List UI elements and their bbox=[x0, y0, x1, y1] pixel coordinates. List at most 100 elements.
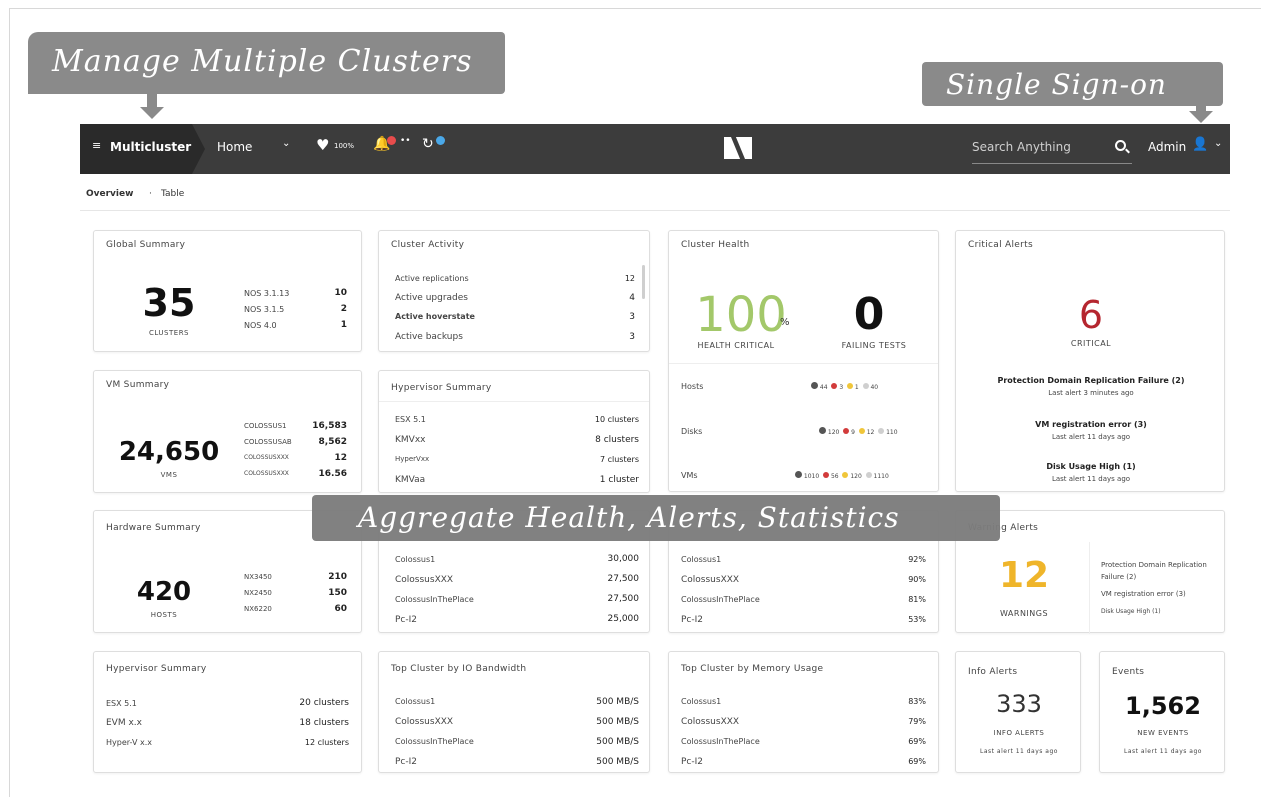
count-total: 44 bbox=[819, 384, 828, 391]
list-item-value: 4 bbox=[629, 293, 635, 303]
nutanix-logo bbox=[724, 137, 752, 159]
alert-item-title[interactable]: Disk Usage High (1) bbox=[966, 462, 1216, 471]
hypervisor-summary-card[interactable]: Hypervisor Summary ESX 5.1 10 clusters K… bbox=[378, 370, 650, 493]
list-item-label: NX2450 bbox=[244, 589, 272, 597]
hypervisor-summary-bottom-card[interactable]: Hypervisor Summary ESX 5.1 20 clusters E… bbox=[93, 651, 362, 773]
ok-dot-icon bbox=[878, 428, 885, 434]
clusters-label: CLUSTERS bbox=[148, 329, 189, 337]
list-item-value: 25,000 bbox=[607, 614, 640, 624]
warning-alert-item[interactable]: Disk Usage High (1) bbox=[1101, 608, 1161, 615]
card-title: Top Cluster by IO Bandwidth bbox=[391, 664, 527, 674]
health-row-label: Disks bbox=[681, 427, 703, 436]
search-box[interactable]: Search Anything bbox=[972, 134, 1132, 164]
list-item-label: NOS 3.1.13 bbox=[244, 289, 290, 298]
list-item-label: ColossusInThePlace bbox=[681, 595, 760, 604]
heart-icon[interactable]: ♥ bbox=[316, 136, 329, 154]
critical-dot-icon bbox=[823, 472, 830, 478]
cluster-health-card[interactable]: Cluster Health 100 % HEALTH CRITICAL 0 F… bbox=[668, 230, 939, 492]
events-meta: Last alert 11 days ago bbox=[1124, 748, 1202, 755]
alert-badge bbox=[387, 136, 396, 145]
list-item-label: NX3450 bbox=[244, 573, 272, 581]
view-tabs: Overview · Table bbox=[80, 175, 1230, 211]
health-percent-unit: % bbox=[780, 317, 790, 328]
warning-dot-icon bbox=[858, 428, 865, 434]
card-title: VM Summary bbox=[106, 380, 170, 390]
health-percent-value: 100 bbox=[695, 287, 787, 343]
user-icon[interactable]: 👤 bbox=[1192, 137, 1208, 152]
card-title: Global Summary bbox=[106, 240, 186, 250]
refresh-icon[interactable]: ↻ bbox=[422, 136, 434, 152]
vm-summary-card[interactable]: VM Summary 24,650 VMS COLOSSUS1 16,583 C… bbox=[93, 370, 362, 493]
list-item-value: 8,562 bbox=[318, 437, 347, 447]
callout-arrow-down-icon bbox=[140, 107, 164, 119]
list-item-value: 60 bbox=[334, 604, 347, 614]
info-alerts-card[interactable]: Info Alerts 333 INFO ALERTS Last alert 1… bbox=[955, 651, 1081, 773]
alert-item-meta: Last alert 11 days ago bbox=[1051, 433, 1131, 441]
callout-manage-multiple-clusters: Manage Multiple Clusters bbox=[28, 32, 505, 94]
chevron-down-icon[interactable]: ⌄ bbox=[1214, 138, 1222, 149]
tab-overview[interactable]: Overview bbox=[86, 189, 133, 199]
list-item-label: COLOSSUSXXX bbox=[244, 470, 289, 477]
card-title: Cluster Activity bbox=[391, 240, 465, 250]
card-title: Events bbox=[1112, 667, 1145, 677]
card-title: Hypervisor Summary bbox=[106, 664, 207, 674]
admin-user-menu[interactable]: Admin bbox=[1148, 140, 1186, 154]
warning-alert-item[interactable]: VM registration error (3) bbox=[1101, 590, 1186, 598]
events-card[interactable]: Events 1,562 NEW EVENTS Last alert 11 da… bbox=[1099, 651, 1225, 773]
alert-item-meta: Last alert 3 minutes ago bbox=[1048, 389, 1134, 397]
menu-icon[interactable]: ≡ bbox=[92, 139, 101, 152]
callout-arrow-stem bbox=[147, 94, 157, 108]
task-badge bbox=[436, 136, 445, 145]
health-row-counts: 1010 56 120 1110 bbox=[795, 471, 889, 480]
count-warning: 120 bbox=[850, 473, 862, 480]
count-total: 1010 bbox=[803, 473, 820, 480]
brand-multicluster[interactable]: Multicluster bbox=[110, 140, 191, 154]
top-io-bandwidth-card[interactable]: Top Cluster by IO Bandwidth Colossus1 50… bbox=[378, 651, 650, 773]
callout-aggregate-health: Aggregate Health, Alerts, Statistics bbox=[312, 495, 1000, 541]
hosts-label: HOSTS bbox=[150, 611, 178, 619]
ok-dot-icon bbox=[862, 383, 869, 389]
tab-separator: · bbox=[149, 189, 152, 199]
top-memory-usage-card[interactable]: Top Cluster by Memory Usage Colossus1 83… bbox=[668, 651, 939, 773]
search-icon[interactable] bbox=[1115, 140, 1126, 151]
critical-alerts-card[interactable]: Critical Alerts 6 CRITICAL Protection Do… bbox=[955, 230, 1225, 492]
list-item-label: ESX 5.1 bbox=[106, 699, 137, 708]
card-title: Info Alerts bbox=[968, 667, 1018, 677]
search-input[interactable]: Search Anything bbox=[972, 140, 1071, 154]
scrollbar[interactable] bbox=[642, 265, 645, 299]
list-item-value: 10 clusters bbox=[594, 415, 639, 424]
divider bbox=[1089, 542, 1090, 634]
chevron-down-icon[interactable]: ⌄ bbox=[282, 138, 290, 149]
list-item-label: Colossus1 bbox=[681, 697, 722, 706]
tab-table[interactable]: Table bbox=[161, 189, 184, 199]
card-title: Critical Alerts bbox=[968, 240, 1033, 250]
list-item-value: 500 MB/S bbox=[596, 717, 639, 727]
info-alerts-meta: Last alert 11 days ago bbox=[980, 748, 1058, 755]
alert-item-title[interactable]: VM registration error (3) bbox=[966, 420, 1216, 429]
global-summary-card[interactable]: Global Summary 35 CLUSTERS NOS 3.1.13 10… bbox=[93, 230, 362, 352]
count-warning: 12 bbox=[866, 429, 875, 436]
warning-count: 12 bbox=[998, 555, 1050, 596]
list-item-value: 1 cluster bbox=[599, 475, 639, 485]
list-item-label: ColossusXXX bbox=[395, 575, 454, 585]
alert-item-title[interactable]: Protection Domain Replication Failure (2… bbox=[966, 376, 1216, 385]
cluster-activity-card[interactable]: Cluster Activity Active replications 12 … bbox=[378, 230, 650, 352]
info-alerts-label: INFO ALERTS bbox=[993, 729, 1045, 737]
vm-count: 24,650 bbox=[118, 437, 220, 467]
count-critical: 3 bbox=[839, 384, 844, 391]
events-count: 1,562 bbox=[1125, 692, 1201, 720]
list-item-value: 500 MB/S bbox=[596, 737, 639, 747]
list-item-value: 79% bbox=[908, 717, 926, 726]
callout-single-sign-on: Single Sign-on bbox=[922, 62, 1223, 106]
count-warning: 1 bbox=[854, 384, 859, 391]
list-item-label: ColossusInThePlace bbox=[681, 737, 760, 746]
list-item-label: COLOSSUSAB bbox=[244, 438, 292, 446]
warning-alert-item[interactable]: Protection Domain Replication Failure (2… bbox=[1101, 559, 1221, 583]
divider bbox=[669, 363, 938, 364]
home-menu[interactable]: Home bbox=[217, 140, 252, 154]
critical-dot-icon bbox=[831, 383, 838, 389]
list-item-value: 27,500 bbox=[607, 574, 640, 584]
list-item-value: 16.56 bbox=[318, 469, 347, 479]
failing-tests-label: FAILING TESTS bbox=[841, 341, 907, 350]
events-label: NEW EVENTS bbox=[1137, 729, 1189, 737]
